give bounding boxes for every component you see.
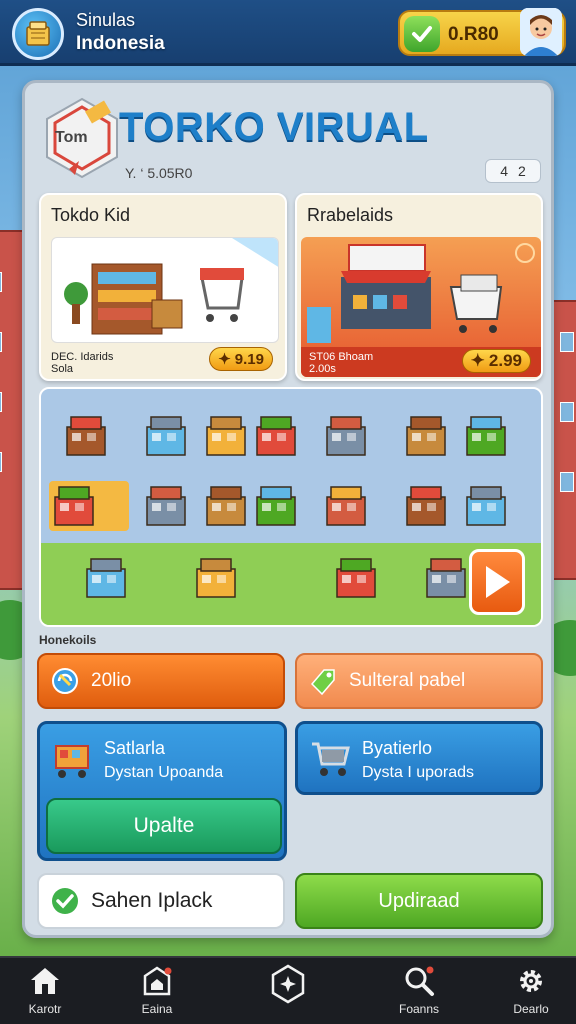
level-badge[interactable]: 4 2	[485, 159, 541, 183]
shop-card-2[interactable]: Rrabelaids ST06 Bhoam 2.00s ✦ 2.99	[295, 193, 543, 381]
orange-button-label: 20lio	[91, 670, 132, 691]
logo-text: Tom	[55, 129, 88, 146]
upgrade-card-subtitle: Dysta I uporads	[362, 764, 475, 781]
peach-action-button[interactable]: Sulteral pabel	[295, 653, 543, 709]
coin-amount: 0.R80	[448, 24, 499, 45]
next-arrow-button[interactable]	[469, 549, 525, 615]
catalog-item[interactable]	[331, 553, 381, 603]
nav-item-compass[interactable]	[243, 964, 333, 1024]
nav-item-settings[interactable]: Dearlo	[486, 964, 576, 1024]
app-title-line2: Indonesia	[76, 33, 165, 54]
catalog-item[interactable]	[81, 553, 131, 603]
home-icon	[28, 964, 62, 998]
nav-item-store[interactable]: Eaina	[112, 964, 202, 1024]
upgrade-card-title: Byatierlo	[362, 738, 433, 758]
arrow-right-icon	[486, 566, 510, 598]
shop-card-1[interactable]: Tokdo Kid DEC. Idarids Sola ✦ 9.19	[39, 193, 287, 381]
white-action-button[interactable]: Sahen Iplack	[37, 873, 285, 929]
coin-icon: ✦	[470, 351, 485, 370]
card-subtext: DEC. Idarids Sola	[51, 351, 113, 375]
nav-item-search[interactable]: Foanns	[374, 964, 464, 1024]
catalog-item[interactable]	[401, 411, 451, 461]
card-subtext-line2: Sola	[51, 363, 74, 375]
upgrade-card-title: Satlarla	[104, 738, 166, 758]
upgrade-card-1[interactable]: Satlarla Dystan Upoanda Upalte	[37, 721, 287, 861]
app-logo-icon[interactable]	[12, 8, 64, 60]
catalog-item[interactable]	[201, 411, 251, 461]
gear-icon	[514, 964, 548, 998]
store-icon	[140, 964, 174, 998]
main-panel: Tom TORKO VIRUAL Y. ‘ 5.05R0 4 2 Tokdo K…	[22, 80, 554, 938]
price-badge[interactable]: ✦ 9.19	[209, 347, 273, 371]
white-button-label: Sahen Iplack	[91, 889, 213, 912]
catalog-item[interactable]	[461, 411, 511, 461]
nav-label: Eaina	[141, 1002, 173, 1016]
green-action-button[interactable]: Updiraad	[295, 873, 543, 929]
level-value: 2	[518, 163, 526, 179]
refresh-icon	[49, 665, 81, 697]
nav-item-home[interactable]: Karotr	[0, 964, 90, 1024]
top-bar: Sinulas Indonesia 0.R80	[0, 0, 576, 66]
update-button[interactable]: Upalte	[46, 798, 282, 854]
check-icon	[404, 16, 440, 52]
price-value: 9.19	[234, 350, 264, 368]
card-subtext-line1: ST06 Bhoam	[309, 351, 374, 363]
card-subtext: ST06 Bhoam 2.00s	[309, 351, 373, 375]
catalog-item[interactable]	[49, 481, 129, 531]
catalog-item[interactable]	[61, 411, 111, 461]
catalog-item[interactable]	[461, 481, 511, 531]
price-badge[interactable]: ✦ 2.99	[461, 349, 531, 373]
page-title: TORKO VIRUAL	[119, 105, 429, 149]
item-catalog	[39, 387, 543, 627]
check-circle-icon	[49, 885, 81, 917]
catalog-item[interactable]	[141, 481, 191, 531]
upgrade-card-subtitle: Dystan Upoanda	[104, 764, 224, 781]
shop-shelf-image	[51, 237, 279, 343]
app-title: Sinulas Indonesia	[76, 8, 165, 56]
upgrade-card-2[interactable]: Byatierlo Dysta I uporads	[295, 721, 543, 795]
orange-action-button[interactable]: 20lio	[37, 653, 285, 709]
nav-label: Dearlo	[513, 1002, 549, 1016]
card-subtext-line2: 2.00s	[309, 363, 336, 375]
level-prefix: 4	[500, 163, 508, 179]
tag-icon	[307, 665, 339, 697]
peach-button-label: Sulteral pabel	[349, 670, 466, 691]
cart-icon	[50, 740, 94, 785]
catalog-item[interactable]	[401, 481, 451, 531]
price-value: 2.99	[488, 351, 522, 370]
catalog-item[interactable]	[321, 481, 371, 531]
coin-icon: ✦	[218, 351, 231, 368]
bottom-nav: Karotr Eaina Foanns Dearlo	[0, 956, 576, 1024]
search-icon	[402, 964, 436, 998]
catalog-item[interactable]	[141, 411, 191, 461]
catalog-item[interactable]	[421, 553, 471, 603]
cart-icon	[308, 738, 352, 783]
catalog-item[interactable]	[321, 411, 371, 461]
catalog-item[interactable]	[201, 481, 251, 531]
sub-value: Y. ‘ 5.05R0	[125, 165, 193, 181]
card-title: Rrabelaids	[307, 205, 394, 225]
catalog-item[interactable]	[251, 411, 301, 461]
avatar[interactable]	[520, 8, 562, 56]
green-button-label: Updiraad	[378, 889, 460, 912]
card-subtext-line1: DEC. Idarids	[51, 351, 114, 363]
catalog-item[interactable]	[191, 553, 241, 603]
store-logo-icon: Tom	[39, 95, 125, 181]
compass-icon	[268, 964, 308, 1004]
app-title-line1: Sinulas	[76, 10, 136, 30]
section-label: Honekoils	[39, 633, 97, 647]
card-title: Tokdo Kid	[51, 205, 131, 225]
nav-label: Foanns	[398, 1002, 440, 1016]
catalog-item[interactable]	[251, 481, 301, 531]
nav-label: Karotr	[28, 1002, 62, 1016]
